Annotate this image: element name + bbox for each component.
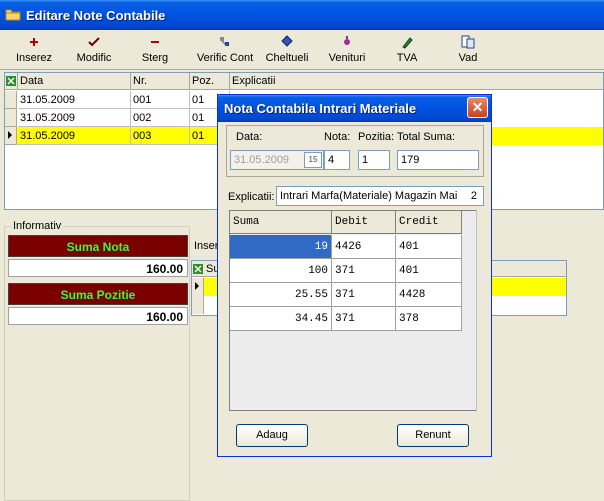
- informativ-panel: Informativ Suma Nota 160.00 Suma Pozitie…: [4, 220, 190, 501]
- current-row-arrow-icon: [192, 278, 204, 296]
- tva-label: TVA: [396, 52, 418, 64]
- posting-grid-scrollbar[interactable]: [476, 210, 486, 411]
- grid-header: Data Nr. Poz. Explicatii: [5, 73, 603, 90]
- explicatii-field[interactable]: Intrari Marfa(Materiale) Magazin Mai 2: [276, 186, 484, 206]
- minus-icon: [151, 41, 159, 43]
- main-titlebar[interactable]: Editare Note Contabile: [0, 0, 604, 30]
- vad-button[interactable]: Vad: [452, 32, 484, 68]
- adaug-button[interactable]: Adaug: [236, 424, 308, 447]
- col-data[interactable]: Data: [18, 73, 131, 90]
- folder-icon: [5, 9, 21, 21]
- income-icon: [344, 36, 350, 45]
- explicatii-label: Explicatii:: [228, 191, 275, 203]
- suma-pozitie-value: 160.00: [8, 307, 188, 325]
- cell-nr: 001: [131, 91, 190, 109]
- tva-button[interactable]: TVA: [390, 32, 424, 68]
- cell-nr: 002: [131, 109, 190, 127]
- close-icon: ✕: [471, 99, 484, 115]
- nota-contabila-dialog[interactable]: Nota Contabila Intrari Materiale ✕ Data:…: [217, 94, 492, 457]
- cell-credit[interactable]: 378: [396, 307, 462, 331]
- row-indicator: [5, 109, 17, 127]
- select-all-icon[interactable]: [193, 263, 203, 275]
- cheltueli-label: Cheltueli: [265, 52, 309, 64]
- col-debit[interactable]: Debit: [332, 211, 396, 234]
- pencil-icon: [402, 37, 413, 49]
- cell-suma[interactable]: 100: [230, 259, 332, 283]
- cell-credit[interactable]: 401: [396, 235, 462, 259]
- row-indicator: [192, 296, 204, 314]
- cell-suma[interactable]: 25.55: [230, 283, 332, 307]
- pozitia-field[interactable]: 1: [358, 150, 390, 170]
- nota-field[interactable]: 4: [324, 150, 350, 170]
- col-poz[interactable]: Poz.: [190, 73, 230, 90]
- dialog-titlebar[interactable]: Nota Contabila Intrari Materiale ✕: [218, 95, 491, 122]
- view-icon: [461, 35, 475, 49]
- sterg-button[interactable]: Sterg: [130, 32, 180, 68]
- data-value: 31.05.2009: [234, 154, 290, 166]
- verific-cont-label: Verific Cont: [196, 52, 254, 64]
- suma-nota-label: Suma Nota: [8, 235, 188, 257]
- cell-suma[interactable]: 34.45: [230, 307, 332, 331]
- inserez-label: Inserez: [15, 52, 53, 64]
- close-button[interactable]: ✕: [467, 97, 488, 118]
- cell-data: 31.05.2009: [18, 91, 131, 109]
- total-suma-label: Total Suma:: [397, 131, 456, 143]
- window-title: Editare Note Contabile: [26, 8, 166, 23]
- plus-icon: [30, 38, 38, 46]
- suma-nota-value: 160.00: [8, 259, 188, 277]
- cell-debit[interactable]: 4426: [332, 235, 396, 259]
- cell-debit[interactable]: 371: [332, 259, 396, 283]
- explicatii-number: 2: [470, 190, 477, 202]
- pozitia-value: 1: [362, 154, 369, 166]
- explicatii-value: Intrari Marfa(Materiale) Magazin Mai: [280, 190, 458, 202]
- modific-label: Modific: [76, 52, 112, 64]
- header-fields-frame: Data: Nota: Pozitia: Total Suma: 31.05.2…: [226, 125, 484, 177]
- cell-suma[interactable]: 19: [230, 235, 332, 259]
- toolbar: Inserez Modific Sterg Verific Cont Chelt…: [0, 30, 604, 70]
- nota-value: 4: [328, 154, 335, 166]
- cell-credit[interactable]: 4428: [396, 283, 462, 307]
- cell-data: 31.05.2009: [18, 109, 131, 127]
- cell-data: 31.05.2009: [18, 127, 131, 145]
- check-icon: [88, 37, 100, 47]
- total-suma-field[interactable]: 179: [397, 150, 479, 170]
- venituri-label: Venituri: [328, 52, 366, 64]
- cell-credit[interactable]: 401: [396, 259, 462, 283]
- suma-pozitie-label: Suma Pozitie: [8, 283, 188, 305]
- inserez-button[interactable]: Inserez: [8, 32, 60, 68]
- cell-nr: 003: [131, 127, 190, 145]
- expense-icon: [281, 35, 293, 47]
- pozitia-label: Pozitia:: [358, 131, 395, 143]
- col-suma[interactable]: Suma: [230, 211, 332, 234]
- row-indicator: [5, 91, 17, 109]
- modific-button[interactable]: Modific: [66, 32, 122, 68]
- current-row-arrow-icon: [5, 127, 17, 145]
- dialog-title: Nota Contabila Intrari Materiale: [224, 101, 417, 116]
- cheltueli-button[interactable]: Cheltueli: [262, 32, 312, 68]
- col-explicatii[interactable]: Explicatii: [230, 73, 603, 90]
- vad-label: Vad: [458, 52, 478, 64]
- cell-debit[interactable]: 371: [332, 283, 396, 307]
- col-nr[interactable]: Nr.: [131, 73, 190, 90]
- sterg-label: Sterg: [141, 52, 169, 64]
- nota-label: Nota:: [324, 131, 351, 143]
- renunt-button[interactable]: Renunt: [397, 424, 469, 447]
- col-credit[interactable]: Credit: [396, 211, 462, 234]
- calendar-day: 15: [308, 155, 318, 164]
- cell-debit[interactable]: 371: [332, 307, 396, 331]
- verific-cont-button[interactable]: Verific Cont: [193, 32, 257, 68]
- calendar-icon[interactable]: 15: [304, 152, 322, 168]
- posting-grid[interactable]: Suma Debit Credit 19 4426 401 100 371 40…: [229, 210, 486, 411]
- verify-icon: [220, 37, 229, 47]
- venituri-button[interactable]: Venituri: [324, 32, 370, 68]
- total-suma-value: 179: [401, 154, 420, 166]
- informativ-legend: Informativ: [11, 220, 64, 232]
- select-all-icon[interactable]: [5, 73, 18, 90]
- data-label: Data:: [236, 131, 263, 143]
